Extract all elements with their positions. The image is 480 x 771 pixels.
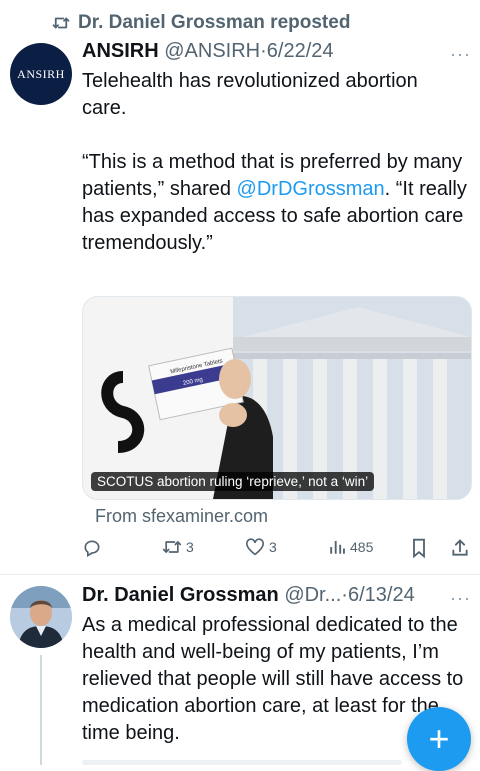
repost-button[interactable]: 3 xyxy=(162,538,194,556)
avatar[interactable] xyxy=(10,586,72,648)
link-preview-card[interactable]: Mifepristone Tablets 200 mg SCOTUS abort… xyxy=(82,296,472,500)
share-button[interactable] xyxy=(450,538,470,558)
post-header: Dr. Daniel Grossman @Dr...·6/13/24 xyxy=(82,584,415,607)
card-source[interactable]: From sfexaminer.com xyxy=(95,506,268,527)
profile-photo xyxy=(10,586,72,648)
next-post-preview xyxy=(82,760,402,765)
repost-icon xyxy=(162,541,182,553)
reply-button[interactable] xyxy=(82,538,102,558)
author-handle[interactable]: @ANSIRH xyxy=(164,40,260,62)
views-count: 485 xyxy=(350,539,374,555)
thread-line xyxy=(40,655,42,765)
plus-icon: + xyxy=(428,718,450,759)
like-button[interactable]: 3 xyxy=(245,538,277,556)
more-options-icon[interactable]: ··· xyxy=(450,44,471,65)
author-name[interactable]: Dr. Daniel Grossman xyxy=(82,584,279,606)
separator: · xyxy=(260,40,267,62)
more-options-icon[interactable]: ··· xyxy=(450,588,471,609)
author-name[interactable]: ANSIRH xyxy=(82,40,159,62)
post-quote: “This is a method that is preferred by m… xyxy=(82,149,467,257)
post-date[interactable]: 6/13/24 xyxy=(348,584,415,606)
post-line-1: Telehealth has revolutionized abortion c… xyxy=(82,70,418,119)
heart-icon xyxy=(246,538,264,556)
share-icon xyxy=(452,539,468,556)
reply-icon xyxy=(84,540,100,557)
views-icon xyxy=(330,541,345,554)
card-image: Mifepristone Tablets 200 mg xyxy=(83,297,471,499)
like-count: 3 xyxy=(269,539,277,555)
repost-indicator[interactable]: Dr. Daniel Grossman reposted xyxy=(52,12,350,34)
author-handle[interactable]: @Dr... xyxy=(284,584,341,606)
repost-count: 3 xyxy=(186,539,194,555)
repost-label: Dr. Daniel Grossman reposted xyxy=(78,12,351,33)
avatar-logo-text: ANSIRH xyxy=(17,66,65,81)
card-caption: SCOTUS abortion ruling ‘reprieve,’ not a… xyxy=(91,472,375,491)
post-date[interactable]: 6/22/24 xyxy=(267,40,334,62)
post-header: ANSIRH @ANSIRH·6/22/24 xyxy=(82,40,334,63)
separator: · xyxy=(341,584,348,606)
avatar[interactable]: ANSIRH xyxy=(10,43,72,105)
repost-icon xyxy=(52,17,70,29)
post-actions: 3 3 485 xyxy=(82,538,472,562)
divider xyxy=(0,574,480,575)
bookmark-icon xyxy=(413,538,425,558)
bookmark-button[interactable] xyxy=(410,538,428,558)
mention-link[interactable]: @DrDGrossman xyxy=(237,178,385,200)
compose-button[interactable]: + xyxy=(407,707,471,771)
views-button[interactable]: 485 xyxy=(328,538,373,556)
post-text: Telehealth has revolutionized abortion c… xyxy=(82,68,467,257)
